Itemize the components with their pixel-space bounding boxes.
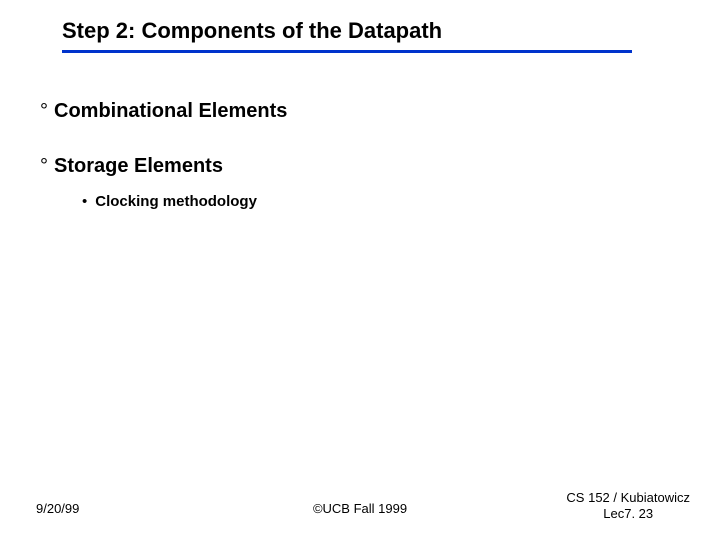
degree-icon: ° xyxy=(40,100,48,122)
subbullet-label: Clocking methodology xyxy=(95,193,257,210)
bullet-label: Storage Elements xyxy=(54,155,223,177)
degree-icon: ° xyxy=(40,155,48,177)
footer-course-line2: Lec7. 23 xyxy=(566,506,690,522)
subbullet-clocking: • Clocking methodology xyxy=(82,193,257,210)
bullet-dot-icon: • xyxy=(82,193,87,210)
bullet-combinational: ° Combinational Elements xyxy=(40,100,287,123)
bullet-label: Combinational Elements xyxy=(54,100,287,122)
footer: 9/20/99 ©UCB Fall 1999 CS 152 / Kubiatow… xyxy=(0,482,720,522)
slide: Step 2: Components of the Datapath ° Comb… xyxy=(0,0,720,540)
title-underline xyxy=(62,50,632,53)
footer-course: CS 152 / Kubiatowicz Lec7. 23 xyxy=(566,490,690,523)
footer-course-line1: CS 152 / Kubiatowicz xyxy=(566,490,690,506)
slide-title: Step 2: Components of the Datapath xyxy=(62,18,680,50)
bullet-storage: ° Storage Elements xyxy=(40,155,223,178)
title-block: Step 2: Components of the Datapath xyxy=(62,18,680,53)
